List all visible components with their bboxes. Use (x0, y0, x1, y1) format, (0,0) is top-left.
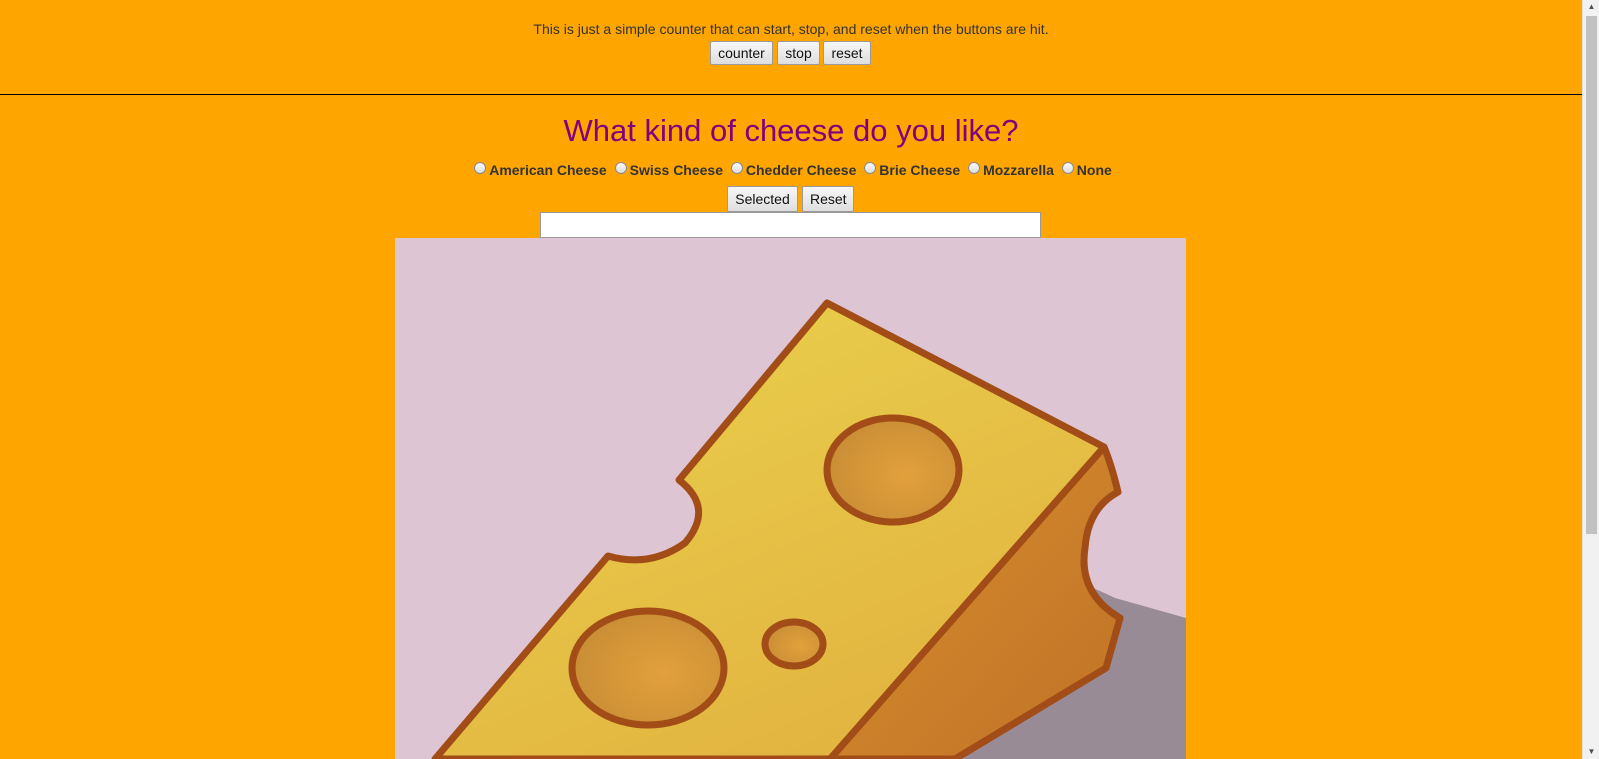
counter-button[interactable]: counter (710, 41, 773, 65)
cheese-image (395, 238, 1186, 759)
cheese-option-chedder[interactable]: Chedder Cheese (727, 162, 856, 178)
page-viewport: This is just a simple counter that can s… (0, 0, 1582, 759)
cheese-option-brie[interactable]: Brie Cheese (860, 162, 960, 178)
radio-button[interactable] (474, 162, 487, 174)
counter-section: This is just a simple counter that can s… (0, 0, 1582, 95)
stop-button[interactable]: stop (777, 41, 820, 65)
cheese-option-label: None (1076, 162, 1112, 178)
scroll-up-arrow-icon[interactable]: ▲ (1583, 0, 1599, 14)
radio-button[interactable] (1061, 162, 1074, 174)
reset-counter-button[interactable]: reset (823, 41, 871, 65)
counter-description: This is just a simple counter that can s… (533, 21, 1049, 37)
radio-button[interactable] (968, 162, 981, 174)
selection-result-field[interactable] (540, 212, 1041, 238)
cheese-option-mozzarella[interactable]: Mozzarella (964, 162, 1054, 178)
cheese-option-american[interactable]: American Cheese (470, 162, 607, 178)
cheese-option-label: American Cheese (489, 162, 607, 178)
reset-selection-button[interactable]: Reset (802, 186, 854, 212)
cheese-option-label: Mozzarella (983, 162, 1054, 178)
radio-button[interactable] (614, 162, 627, 174)
cheese-options: American Cheese Swiss Cheese Chedder Che… (0, 162, 1582, 180)
selected-button[interactable]: Selected (727, 186, 798, 212)
cheese-option-label: Brie Cheese (879, 162, 961, 178)
cheese-option-none[interactable]: None (1058, 162, 1112, 178)
cheese-option-swiss[interactable]: Swiss Cheese (611, 162, 723, 178)
cheese-wedge-illustration (431, 299, 1186, 759)
radio-button[interactable] (864, 162, 877, 174)
cheese-option-label: Chedder Cheese (745, 162, 857, 178)
cheese-option-label: Swiss Cheese (629, 162, 723, 178)
scrollbar-thumb[interactable] (1586, 16, 1597, 534)
cheese-question-heading: What kind of cheese do you like? (563, 113, 1019, 148)
scroll-down-arrow-icon[interactable]: ▼ (1583, 745, 1599, 759)
vertical-scrollbar[interactable]: ▲ ▼ (1582, 0, 1599, 759)
radio-button[interactable] (730, 162, 743, 174)
